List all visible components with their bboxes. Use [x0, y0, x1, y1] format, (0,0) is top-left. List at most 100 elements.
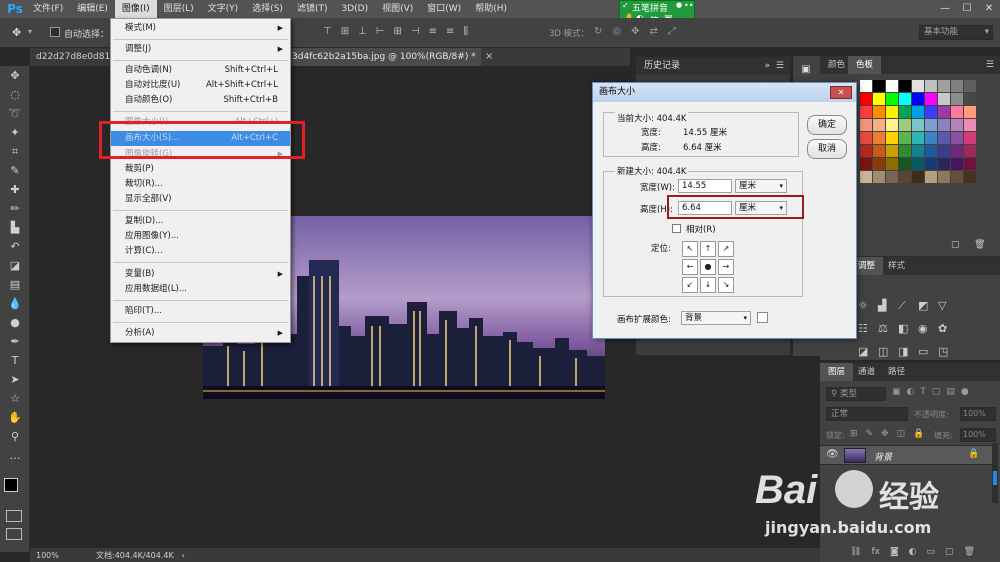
color-swatch[interactable]: [951, 106, 963, 118]
color-swatch[interactable]: [886, 171, 898, 183]
color-swatch[interactable]: [860, 80, 872, 92]
gradient-tool-icon[interactable]: ▤: [0, 275, 30, 294]
color-swatch[interactable]: [951, 80, 963, 92]
color-swatch[interactable]: [938, 171, 950, 183]
trash-icon[interactable]: 🗑: [974, 240, 985, 250]
pixel-filter-icon[interactable]: ▣: [892, 387, 901, 401]
hand-tool-icon[interactable]: ✋: [0, 408, 30, 427]
move-tool-icon[interactable]: ✥: [12, 26, 21, 39]
bw-icon[interactable]: ◧: [898, 322, 918, 336]
balance-icon[interactable]: ⚖: [878, 322, 898, 336]
color-swatch[interactable]: [860, 93, 872, 105]
eye-icon[interactable]: 👁: [826, 449, 839, 460]
color-swatch[interactable]: [964, 119, 976, 131]
anchor-bottom-right[interactable]: ↘: [718, 277, 734, 293]
color-swatch[interactable]: [899, 158, 911, 170]
menu-item-trap[interactable]: 陷印(T)...: [111, 304, 290, 319]
align-vcenter-icon[interactable]: ⊞: [341, 26, 349, 40]
screen-mode-icon[interactable]: [6, 528, 22, 540]
smart-filter-icon[interactable]: ▤: [946, 387, 955, 401]
color-swatch[interactable]: [951, 145, 963, 157]
color-swatch[interactable]: [886, 145, 898, 157]
menu-item-reveal-all[interactable]: 显示全部(V): [111, 192, 290, 207]
color-swatch[interactable]: [925, 93, 937, 105]
posterize-icon[interactable]: ◫: [878, 345, 898, 359]
tab-channels[interactable]: 通道: [850, 363, 883, 381]
menu-layer[interactable]: 图层(L): [157, 0, 201, 18]
toggle-filter-icon[interactable]: ●: [961, 387, 969, 401]
width-input[interactable]: 14.55: [678, 179, 732, 193]
color-swatch[interactable]: [873, 93, 885, 105]
exposure-icon[interactable]: ◩: [918, 299, 938, 314]
zoom-tool-icon[interactable]: ⚲: [0, 427, 30, 446]
blend-mode-select[interactable]: 正常: [826, 407, 908, 421]
menu-view[interactable]: 视图(V): [375, 0, 420, 18]
color-swatch[interactable]: [873, 158, 885, 170]
color-swatch[interactable]: [925, 119, 937, 131]
adjust-filter-icon[interactable]: ◐: [907, 387, 915, 401]
dialog-close-button[interactable]: ✕: [830, 86, 852, 99]
tab-swatches[interactable]: 色板: [848, 56, 882, 74]
chevron-right-icon[interactable]: ›: [182, 551, 185, 560]
color-swatch[interactable]: [899, 145, 911, 157]
menu-item-adjust[interactable]: 调整(J) ▶: [111, 42, 290, 57]
color-swatch[interactable]: [886, 158, 898, 170]
color-swatch[interactable]: [964, 158, 976, 170]
color-swatch[interactable]: [951, 93, 963, 105]
color-swatch[interactable]: [938, 132, 950, 144]
anchor-top-left[interactable]: ↖: [682, 241, 698, 257]
menu-item-auto-tone[interactable]: 自动色调(N) Shift+Ctrl+L: [111, 63, 290, 78]
brightness-icon[interactable]: ☼: [858, 299, 878, 314]
align-bottom-icon[interactable]: ⊥: [358, 26, 367, 40]
color-swatch[interactable]: [912, 119, 924, 131]
menu-item-auto-color[interactable]: 自动颜色(O) Shift+Ctrl+B: [111, 93, 290, 108]
anchor-top-right[interactable]: ↗: [718, 241, 734, 257]
panel-menu-icon[interactable]: ☰: [776, 57, 784, 75]
lasso-tool-icon[interactable]: ➰: [0, 104, 30, 123]
shape-tool-icon[interactable]: ☆: [0, 389, 30, 408]
stamp-tool-icon[interactable]: ▙: [0, 218, 30, 237]
3d-slide-icon[interactable]: ⇄: [650, 26, 658, 40]
lock-position-icon[interactable]: ✥: [881, 429, 889, 441]
color-swatch[interactable]: [925, 80, 937, 92]
marquee-tool-icon[interactable]: ◌: [0, 85, 30, 104]
levels-icon[interactable]: ▟: [878, 299, 898, 314]
align-left-icon[interactable]: ⊢: [376, 26, 385, 40]
channel-mixer-icon[interactable]: ✿: [938, 322, 958, 336]
canvas-ext-color-swatch[interactable]: [757, 312, 768, 323]
auto-select-checkbox[interactable]: [50, 27, 60, 37]
eraser-tool-icon[interactable]: ◪: [0, 256, 30, 275]
color-swatch[interactable]: [899, 80, 911, 92]
layer-row-background[interactable]: 👁 背景 🔒: [820, 445, 992, 465]
maximize-icon[interactable]: ☐: [956, 0, 978, 18]
tab-document-1[interactable]: d22d27d8e0d815: [30, 48, 110, 66]
menu-select[interactable]: 选择(S): [245, 0, 290, 18]
cancel-button[interactable]: 取消: [807, 139, 847, 159]
gradient-map-icon[interactable]: ▭: [918, 345, 938, 359]
color-swatch[interactable]: [860, 145, 872, 157]
color-swatch[interactable]: [886, 93, 898, 105]
color-swatch[interactable]: [873, 119, 885, 131]
color-swatch[interactable]: [860, 132, 872, 144]
type-filter-icon[interactable]: T: [920, 387, 926, 401]
3d-roll-icon[interactable]: ◎: [612, 26, 621, 40]
color-swatch[interactable]: [938, 119, 950, 131]
anchor-left[interactable]: ←: [682, 259, 698, 275]
color-swatch[interactable]: [860, 171, 872, 183]
opacity-field[interactable]: 100%: [960, 407, 996, 421]
color-swatch[interactable]: [951, 132, 963, 144]
magic-wand-icon[interactable]: ✦: [0, 123, 30, 142]
3d-pan-icon[interactable]: ✥: [631, 26, 639, 40]
color-swatch[interactable]: [938, 145, 950, 157]
color-swatch[interactable]: [912, 106, 924, 118]
lock-paint-icon[interactable]: ✎: [866, 429, 874, 441]
color-swatch[interactable]: [860, 106, 872, 118]
healing-brush-icon[interactable]: ✚: [0, 180, 30, 199]
color-swatch[interactable]: [951, 119, 963, 131]
color-swatch[interactable]: [899, 93, 911, 105]
menu-file[interactable]: 文件(F): [26, 0, 70, 18]
menu-filter[interactable]: 滤镜(T): [290, 0, 335, 18]
threshold-icon[interactable]: ◨: [898, 345, 918, 359]
color-swatch[interactable]: [964, 93, 976, 105]
eyedropper-icon[interactable]: ✎: [0, 161, 30, 180]
